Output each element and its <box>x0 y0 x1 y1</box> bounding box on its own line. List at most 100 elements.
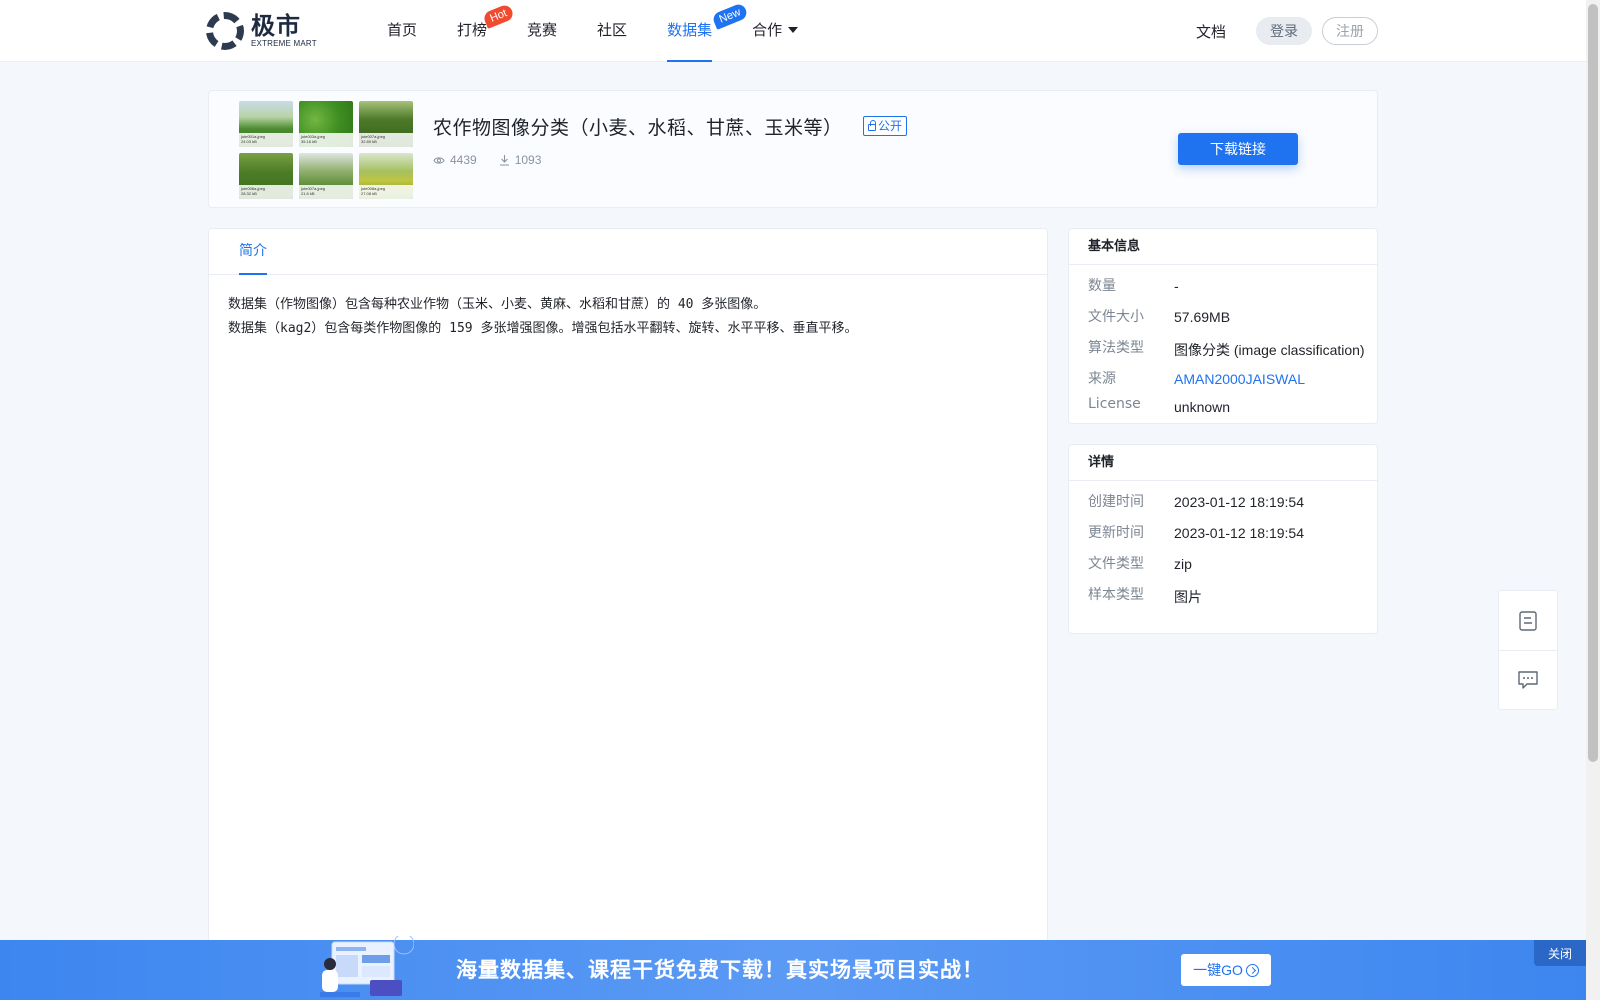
feedback-icon <box>1518 671 1538 689</box>
info-value: 57.69MB <box>1174 309 1231 325</box>
info-label: 文件大小 <box>1088 309 1144 325</box>
nav-item-label: 打榜 <box>457 21 488 39</box>
logo-chinese-name: 极市 <box>251 12 301 40</box>
dataset-description: 数据集（作物图像）包含每种农业作物（玉米、小麦、黄麻、水稻和甘蔗）的 40 多张… <box>209 275 1047 359</box>
visibility-tag: 公开 <box>863 116 908 136</box>
details-title: 详情 <box>1069 445 1377 481</box>
thumbnail-size: 35.16 kB <box>301 139 317 144</box>
detail-row-file-type: 文件类型 zip <box>1069 547 1377 578</box>
thumbnail-size: 24.03 kB <box>241 139 257 144</box>
content-panel: 简介 数据集（作物图像）包含每种农业作物（玉米、小麦、黄麻、水稻和甘蔗）的 40… <box>208 228 1048 1000</box>
thumbnail-image: jute001a.jpeg 24.03 kB <box>239 101 293 147</box>
detail-label: 创建时间 <box>1088 494 1144 510</box>
nav-item-label: 合作 <box>752 21 783 39</box>
site-logo[interactable]: 极市 EXTREME MART <box>206 12 317 50</box>
basic-info-title: 基本信息 <box>1069 229 1377 265</box>
nav-item-home[interactable]: 首页 <box>387 0 417 62</box>
view-count: 4439 <box>433 153 477 167</box>
thumbnail-size: 21.6 kB <box>301 191 315 196</box>
thumbnail-size: 27.08 kB <box>361 191 377 196</box>
nav-item-label: 竞赛 <box>527 21 558 39</box>
info-label: 数量 <box>1088 278 1116 294</box>
detail-label: 文件类型 <box>1088 556 1144 572</box>
logo-english-name: EXTREME MART <box>251 39 317 48</box>
nav-item-leaderboard[interactable]: 打榜 Hot <box>457 0 516 62</box>
notes-button[interactable] <box>1499 591 1557 650</box>
info-label: License <box>1088 396 1141 412</box>
hot-badge: Hot <box>482 3 516 29</box>
info-value: - <box>1174 278 1179 294</box>
thumbnail-grid: jute001a.jpeg 24.03 kB jute003a.jpeg 35.16… <box>239 101 413 199</box>
thumbnail-image: jute008a.jpeg 27.08 kB <box>359 153 413 199</box>
logo-mark-icon <box>206 12 244 50</box>
nav-item-competition[interactable]: 竞赛 <box>527 0 557 62</box>
detail-row-created: 创建时间 2023-01-12 18:19:54 <box>1069 485 1377 516</box>
promo-go-label: 一键GO <box>1193 962 1243 978</box>
close-promo-button[interactable]: 关闭 <box>1534 940 1586 966</box>
promo-go-button[interactable]: 一键GO <box>1181 954 1271 986</box>
eye-icon <box>433 156 445 164</box>
thumbnail-image: jute007a.jpeg 32.89 kB <box>359 101 413 147</box>
nav-item-label: 首页 <box>387 21 418 39</box>
dataset-stats: 4439 1093 <box>433 153 563 167</box>
detail-label: 更新时间 <box>1088 525 1144 541</box>
info-value: unknown <box>1174 399 1231 415</box>
content-tabs: 简介 <box>209 229 1047 275</box>
info-row-count: 数量 - <box>1069 269 1377 300</box>
register-button[interactable]: 注册 <box>1322 17 1378 45</box>
nav-item-cooperation[interactable]: 合作 <box>752 0 799 62</box>
detail-value: 图片 <box>1174 589 1202 605</box>
top-navigation-bar: 极市 EXTREME MART 首页 打榜 Hot 竞赛 社区 数据集 New 合作… <box>0 0 1586 62</box>
info-label: 来源 <box>1088 371 1116 387</box>
scrollbar-thumb[interactable] <box>1588 4 1598 762</box>
tab-intro[interactable]: 简介 <box>239 229 267 275</box>
nav-item-label: 数据集 <box>667 21 713 39</box>
new-badge: New <box>711 2 749 30</box>
promo-banner: 海量数据集、课程干货免费下载！真实场景项目实战！ 一键GO 关闭 <box>0 936 1586 1000</box>
detail-value: 2023-01-12 18:19:54 <box>1174 494 1304 510</box>
dataset-header-card: jute001a.jpeg 24.03 kB jute003a.jpeg 35.16… <box>208 90 1378 208</box>
source-link[interactable]: AMAN2000JAISWAL <box>1174 368 1305 387</box>
thumbnail-size: 28.32 kB <box>241 191 257 196</box>
download-icon <box>499 155 509 166</box>
info-label: 算法类型 <box>1088 340 1144 356</box>
info-row-algorithm-type: 算法类型 图像分类 (image classification) <box>1069 331 1377 362</box>
chevron-down-icon <box>788 27 799 33</box>
description-line: 数据集（作物图像）包含每种农业作物（玉米、小麦、黄麻、水稻和甘蔗）的 40 多张… <box>228 297 767 312</box>
download-count-value: 1093 <box>514 153 542 167</box>
details-panel: 详情 创建时间 2023-01-12 18:19:54 更新时间 2023-01-1… <box>1068 444 1378 634</box>
thumbnail-size: 32.89 kB <box>361 139 377 144</box>
download-link-button[interactable]: 下载链接 <box>1178 133 1298 165</box>
thumbnail-image: jute007a.jpeg 21.6 kB <box>299 153 353 199</box>
detail-value: 2023-01-12 18:19:54 <box>1174 525 1304 541</box>
feedback-button[interactable] <box>1499 650 1557 709</box>
download-count: 1093 <box>499 153 542 167</box>
nav-item-label: 社区 <box>597 21 628 39</box>
arrow-right-circle-icon <box>1245 963 1259 977</box>
info-row-file-size: 文件大小 57.69MB <box>1069 300 1377 331</box>
main-nav: 首页 打榜 Hot 竞赛 社区 数据集 New 合作 <box>387 0 838 62</box>
detail-label: 样本类型 <box>1088 587 1144 603</box>
thumbnail-image: jute003a.jpeg 35.16 kB <box>299 101 353 147</box>
dataset-title: 农作物图像分类（小麦、水稻、甘蔗、玉米等） <box>433 117 843 139</box>
detail-row-updated: 更新时间 2023-01-12 18:19:54 <box>1069 516 1377 547</box>
promo-illustration-icon <box>320 936 414 997</box>
promo-text: 海量数据集、课程干货免费下载！真实场景项目实战！ <box>456 957 984 982</box>
detail-row-sample-type: 样本类型 图片 <box>1069 578 1377 609</box>
thumbnail-image: jute006a.jpeg 28.32 kB <box>239 153 293 199</box>
view-count-value: 4439 <box>450 153 477 167</box>
nav-item-datasets[interactable]: 数据集 New <box>667 0 749 62</box>
description-line: 数据集（kag2）包含每类作物图像的 159 多张增强图像。增强包括水平翻转、旋… <box>228 321 858 336</box>
login-button[interactable]: 登录 <box>1256 17 1312 45</box>
nav-item-community[interactable]: 社区 <box>597 0 627 62</box>
lock-icon <box>868 120 876 131</box>
info-row-source: 来源 AMAN2000JAISWAL <box>1069 362 1377 390</box>
detail-value: zip <box>1174 556 1192 572</box>
info-value: 图像分类 (image classification) <box>1174 342 1365 358</box>
page-scrollbar[interactable] <box>1586 0 1600 1000</box>
docs-link[interactable]: 文档 <box>1196 21 1226 42</box>
floating-toolbar <box>1498 590 1558 710</box>
basic-info-panel: 基本信息 数量 - 文件大小 57.69MB 算法类型 图像分类 (image cla… <box>1068 228 1378 424</box>
visibility-label: 公开 <box>878 119 903 133</box>
info-row-license: License unknown <box>1069 390 1377 418</box>
